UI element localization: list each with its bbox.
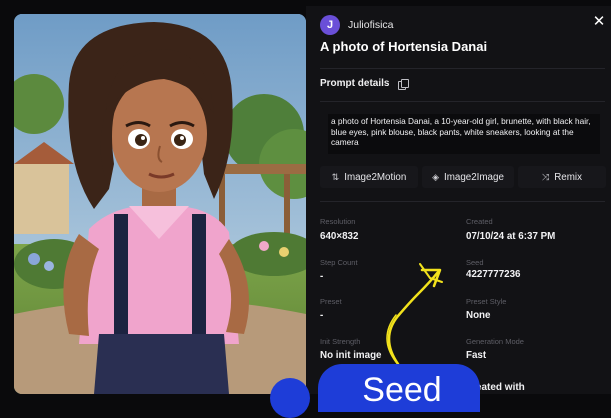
resolution-label: Resolution: [320, 217, 356, 226]
seed-annotation-badge: Seed: [318, 364, 480, 412]
annotation-circle: [270, 378, 310, 418]
motion-icon: ⇅: [331, 171, 340, 182]
remix-icon: ⤨: [542, 171, 550, 182]
prompt-header: Prompt details: [320, 78, 410, 90]
action-buttons: ⇅ Image2Motion ◈ Image2Image ⤨ Remix: [320, 166, 606, 188]
divider: [320, 101, 605, 102]
layers-icon: ◈: [432, 171, 439, 182]
prompt-details-label: Prompt details: [320, 78, 390, 89]
divider: [320, 68, 605, 69]
prompt-text: a photo of Hortensia Danai, a 10-year-ol…: [328, 114, 600, 154]
image-title: A photo of Hortensia Danai: [320, 39, 488, 54]
remix-label: Remix: [554, 171, 582, 183]
image2motion-button[interactable]: ⇅ Image2Motion: [320, 166, 418, 188]
created-value: 07/10/24 at 6:37 PM: [466, 231, 556, 242]
init-strength-label: Init Strength: [320, 337, 361, 346]
avatar[interactable]: J: [320, 15, 340, 35]
copy-icon[interactable]: [398, 78, 410, 90]
username[interactable]: Juliofisica: [348, 19, 394, 31]
step-count-label: Step Count: [320, 258, 358, 267]
remix-button[interactable]: ⤨ Remix: [518, 166, 606, 188]
preset-value: -: [320, 310, 324, 321]
app-window: J Juliofisica ✕ A photo of Hortensia Dan…: [0, 0, 611, 418]
divider: [320, 201, 605, 202]
annotation-arrow: [386, 263, 443, 366]
user-row[interactable]: J Juliofisica: [320, 15, 394, 35]
step-count-value: -: [320, 271, 324, 282]
preset-label: Preset: [320, 297, 342, 306]
image2image-button[interactable]: ◈ Image2Image: [422, 166, 514, 188]
image2motion-label: Image2Motion: [344, 171, 407, 183]
resolution-value: 640×832: [320, 231, 359, 242]
created-label: Created: [466, 217, 493, 226]
close-icon[interactable]: ✕: [591, 14, 607, 30]
generated-image[interactable]: [14, 14, 306, 394]
image2image-label: Image2Image: [444, 171, 504, 183]
